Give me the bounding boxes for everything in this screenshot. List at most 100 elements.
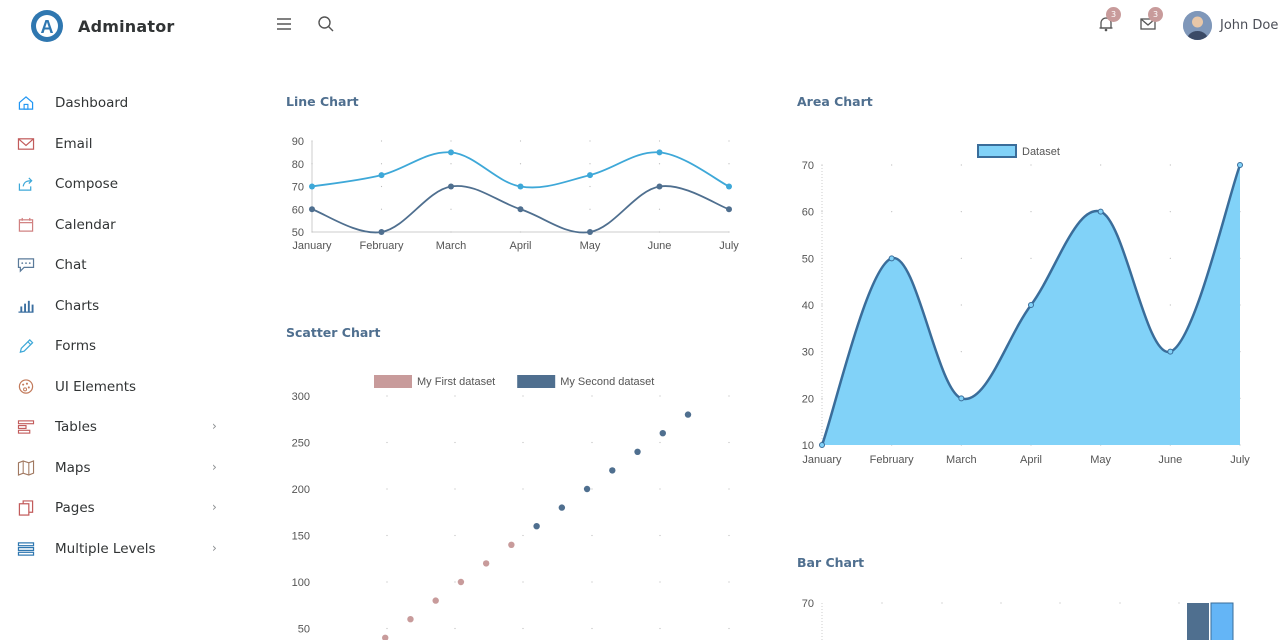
sidebar-item-label: UI Elements <box>55 378 137 395</box>
data-point <box>533 523 540 530</box>
grid-dot <box>728 395 730 397</box>
grid-dot <box>821 351 823 353</box>
line-chart-title: Line Chart <box>286 94 359 109</box>
sidebar-item-email[interactable]: Email <box>0 124 240 164</box>
grid-dot <box>1000 602 1002 604</box>
legend-label: My Second dataset <box>560 376 654 388</box>
grid-dot <box>591 488 593 490</box>
y-tick-label: 250 <box>292 438 310 450</box>
menu-toggle-button[interactable] <box>274 14 294 34</box>
grid-dot <box>380 185 383 188</box>
grid-dot <box>380 163 383 165</box>
sidebar-item-calendar[interactable]: Calendar <box>0 205 240 245</box>
sidebar-item-label: Pages <box>55 500 95 516</box>
data-point <box>1028 302 1034 308</box>
data-point <box>309 183 315 190</box>
grid-dot <box>1169 164 1171 166</box>
data-point <box>432 597 439 604</box>
bar <box>1187 603 1209 640</box>
grid-dot <box>821 304 823 306</box>
y-tick-label: 20 <box>802 393 814 405</box>
grid-dot <box>591 581 593 583</box>
y-tick-label: 50 <box>802 253 814 265</box>
grid-dot <box>454 627 456 630</box>
svg-text:A: A <box>41 17 54 37</box>
grid-dot <box>522 534 524 537</box>
data-point <box>583 485 591 493</box>
area-chart: Dataset 10 20 30 40 50 60 70 January February Marc… <box>802 144 1250 466</box>
data-point <box>378 229 385 235</box>
user-name[interactable]: John Doe <box>1220 18 1278 33</box>
grid-dot <box>589 163 591 165</box>
legend-swatch <box>517 375 556 388</box>
x-tick-label: March <box>436 240 467 252</box>
grid-dot <box>591 534 593 537</box>
grid-dot <box>1030 211 1032 213</box>
grid-dot <box>591 627 593 630</box>
grid-dot <box>380 208 383 210</box>
y-tick-label: 70 <box>292 182 304 194</box>
grid-dot <box>659 581 661 583</box>
data-point <box>1097 208 1104 215</box>
sidebar-item-forms[interactable]: Forms <box>0 326 240 366</box>
data-point <box>609 467 616 474</box>
grid-dot <box>386 534 388 537</box>
y-tick-label: 80 <box>292 159 304 171</box>
grid-dot <box>960 304 962 306</box>
x-tick-label: May <box>580 240 601 252</box>
sidebar-item-dashboard[interactable]: Dashboard <box>0 83 240 123</box>
series-line <box>311 151 730 189</box>
data-point <box>382 634 389 640</box>
grid-dot <box>659 534 661 537</box>
calendar-icon <box>16 217 36 233</box>
data-point <box>457 578 465 586</box>
grid-dot <box>454 534 456 537</box>
y-tick-label: 300 <box>292 391 310 403</box>
sidebar-item-label: Tables <box>55 419 97 435</box>
user-avatar[interactable] <box>1183 11 1212 40</box>
legend-swatch <box>977 144 1017 158</box>
data-point <box>1167 348 1174 355</box>
sidebar-item-ui-elements[interactable]: UI Elements <box>0 367 240 407</box>
grid-dot <box>1119 602 1121 604</box>
data-point <box>407 616 414 623</box>
sidebar-item-multiple-levels[interactable]: Multiple Levels › <box>0 529 240 569</box>
x-tick-label: June <box>1158 454 1182 466</box>
sidebar-item-charts[interactable]: Charts <box>0 286 240 326</box>
data-point <box>309 206 315 213</box>
data-point <box>558 504 566 511</box>
grid-dot <box>589 185 591 188</box>
grid-dot <box>450 163 452 165</box>
app-logo[interactable]: A <box>30 9 64 43</box>
sidebar-item-pages[interactable]: Pages › <box>0 488 240 528</box>
data-point <box>656 149 663 156</box>
sidebar-item-maps[interactable]: Maps › <box>0 448 240 488</box>
app-title: Adminator <box>78 17 175 36</box>
grid-dot <box>658 140 661 142</box>
data-point <box>726 206 732 213</box>
data-point <box>819 442 825 448</box>
bar-chart-icon <box>16 298 36 314</box>
grid-dot <box>659 441 661 444</box>
table-icon <box>16 419 36 435</box>
grid-dot <box>311 163 313 165</box>
avatar-image <box>1183 11 1212 40</box>
pages-icon <box>16 500 36 516</box>
sidebar-item-chat[interactable]: Chat <box>0 245 240 285</box>
sidebar-item-compose[interactable]: Compose <box>0 164 240 204</box>
grid-dot <box>386 581 388 583</box>
y-tick-label: 60 <box>292 204 304 216</box>
sidebar-item-tables[interactable]: Tables › <box>0 407 240 447</box>
search-icon <box>318 16 334 32</box>
sidebar-item-label: Dashboard <box>55 95 129 111</box>
grid-dot <box>1178 602 1180 604</box>
grid-dot <box>658 231 661 233</box>
grid-dot <box>454 488 456 490</box>
grid-dot <box>728 231 730 233</box>
chevron-right-icon: › <box>212 500 217 514</box>
search-button[interactable] <box>316 14 336 34</box>
legend-label: Dataset <box>1022 146 1060 158</box>
grid-dot <box>380 140 383 142</box>
bar <box>1210 602 1234 640</box>
grid-dot <box>728 163 730 165</box>
